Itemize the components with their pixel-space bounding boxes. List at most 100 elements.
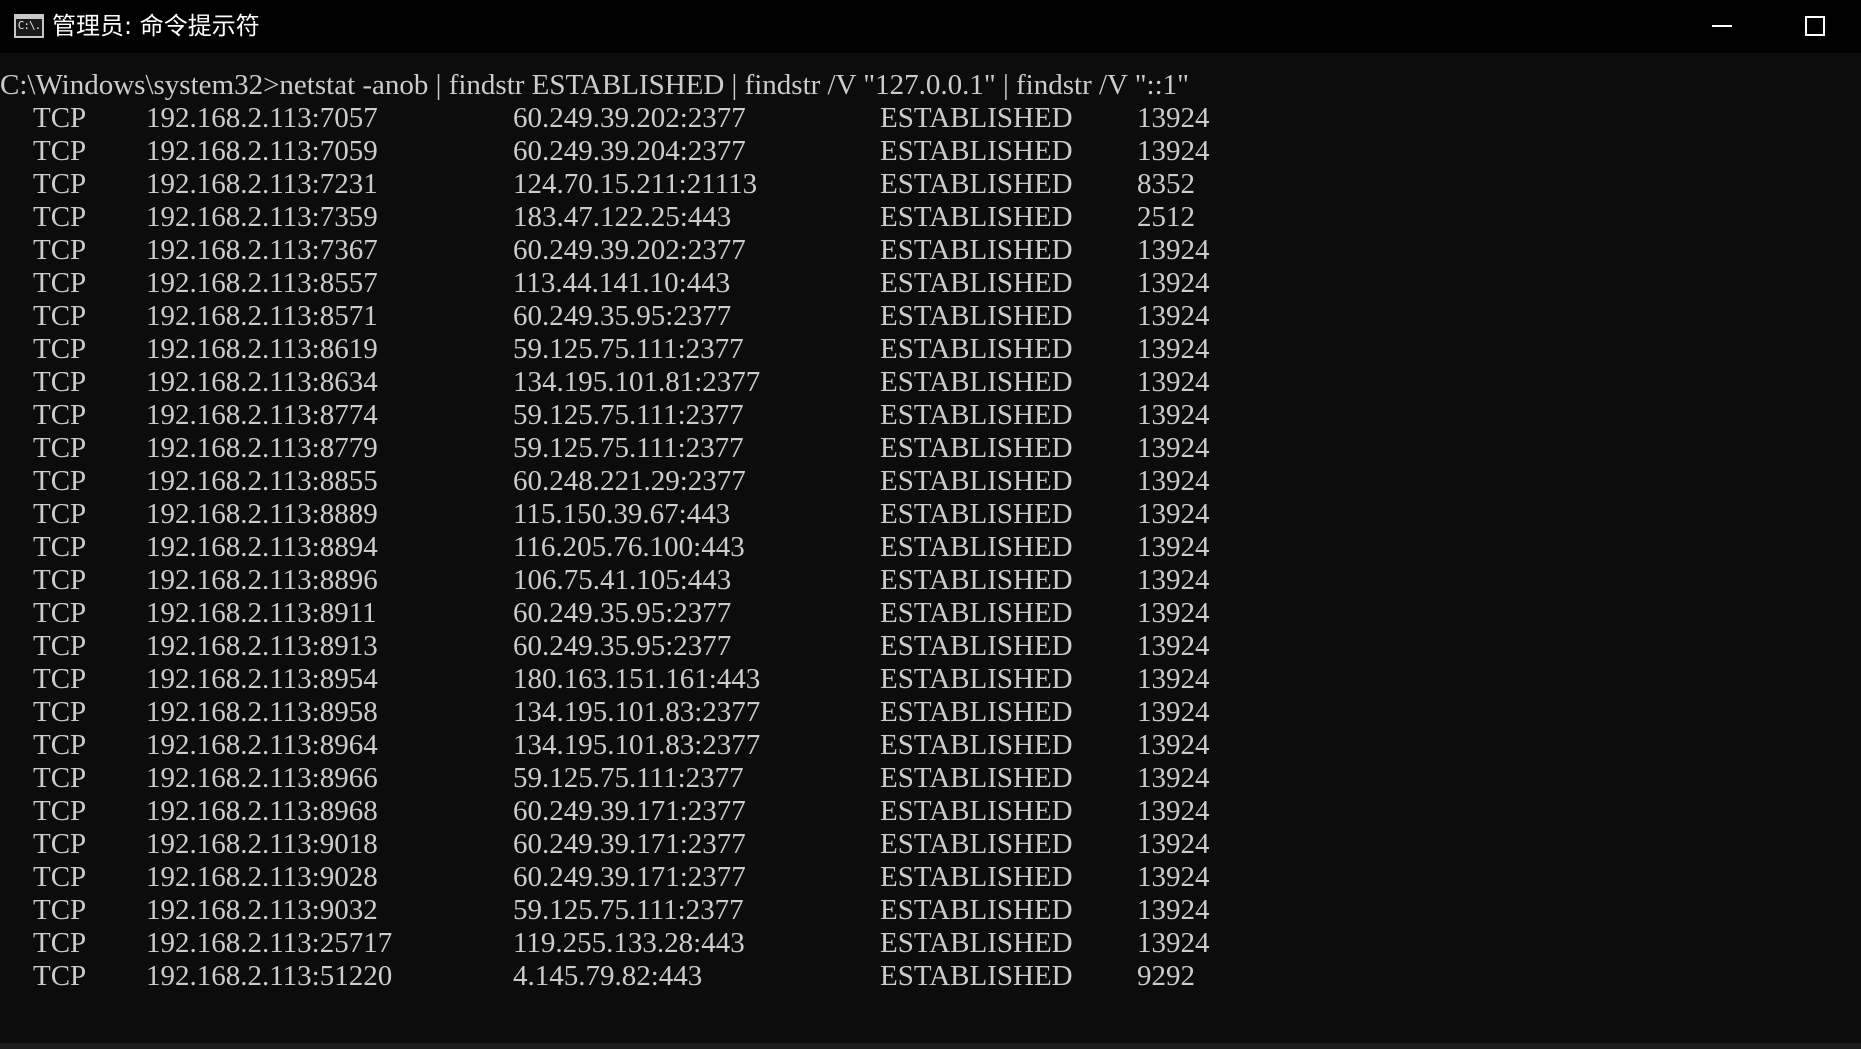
connection-row: TCP 192.168.2.113:8954 180.163.151.161:443… xyxy=(0,663,1861,696)
connection-proto: TCP xyxy=(33,135,87,167)
connection-proto: TCP xyxy=(33,960,87,992)
connection-state: ESTABLISHED xyxy=(880,234,1073,266)
connection-remote: 183.47.122.25:443 xyxy=(513,201,732,233)
connection-local: 192.168.2.113:8774 xyxy=(146,399,378,431)
connection-state: ESTABLISHED xyxy=(880,927,1073,959)
connection-row: TCP 192.168.2.113:8913 60.249.35.95:2377 ES… xyxy=(0,630,1861,663)
connection-pid: 13924 xyxy=(1137,927,1210,959)
connection-proto: TCP xyxy=(33,168,87,200)
connection-proto: TCP xyxy=(33,696,87,728)
connection-local: 192.168.2.113:8913 xyxy=(146,630,378,662)
title-bar[interactable]: C:\. 管理员: 命令提示符 xyxy=(0,0,1861,53)
connection-pid: 13924 xyxy=(1137,102,1210,134)
connection-pid: 13924 xyxy=(1137,696,1210,728)
connection-remote: 60.249.39.202:2377 xyxy=(513,102,746,134)
connection-state: ESTABLISHED xyxy=(880,531,1073,563)
connection-row: TCP 192.168.2.113:25717 119.255.133.28:443… xyxy=(0,927,1861,960)
connection-local: 192.168.2.113:7231 xyxy=(146,168,378,200)
connection-remote: 116.205.76.100:443 xyxy=(513,531,745,563)
connection-remote: 60.248.221.29:2377 xyxy=(513,465,746,497)
connection-proto: TCP xyxy=(33,861,87,893)
connection-local: 192.168.2.113:9028 xyxy=(146,861,378,893)
connection-row: TCP 192.168.2.113:8889 115.150.39.67:443 ES… xyxy=(0,498,1861,531)
connection-local: 192.168.2.113:8966 xyxy=(146,762,378,794)
connection-row: TCP 192.168.2.113:7057 60.249.39.202:2377 E… xyxy=(0,102,1861,135)
cmd-console-icon[interactable]: C:\. xyxy=(14,14,44,38)
minimize-button[interactable] xyxy=(1695,0,1755,53)
connection-pid: 13924 xyxy=(1137,597,1210,629)
connection-pid: 13924 xyxy=(1137,861,1210,893)
connection-pid: 13924 xyxy=(1137,564,1210,596)
connection-pid: 13924 xyxy=(1137,531,1210,563)
connection-pid: 13924 xyxy=(1137,498,1210,530)
connection-state: ESTABLISHED xyxy=(880,102,1073,134)
connection-proto: TCP xyxy=(33,333,87,365)
connection-remote: 4.145.79.82:443 xyxy=(513,960,703,992)
connection-local: 192.168.2.113:8896 xyxy=(146,564,378,596)
connection-pid: 13924 xyxy=(1137,432,1210,464)
connection-proto: TCP xyxy=(33,399,87,431)
connection-state: ESTABLISHED xyxy=(880,267,1073,299)
connection-state: ESTABLISHED xyxy=(880,333,1073,365)
connection-proto: TCP xyxy=(33,564,87,596)
connection-state: ESTABLISHED xyxy=(880,300,1073,332)
connection-local: 192.168.2.113:9018 xyxy=(146,828,378,860)
connection-pid: 13924 xyxy=(1137,795,1210,827)
connection-local: 192.168.2.113:8911 xyxy=(146,597,377,629)
connection-row: TCP 192.168.2.113:7059 60.249.39.204:2377 E… xyxy=(0,135,1861,168)
maximize-button[interactable] xyxy=(1785,0,1845,53)
connection-local: 192.168.2.113:8571 xyxy=(146,300,378,332)
minimize-icon xyxy=(1712,25,1732,27)
connection-local: 192.168.2.113:7359 xyxy=(146,201,378,233)
connection-row: TCP 192.168.2.113:8619 59.125.75.111:2377 E… xyxy=(0,333,1861,366)
connection-proto: TCP xyxy=(33,366,87,398)
connection-pid: 13924 xyxy=(1137,762,1210,794)
connection-state: ESTABLISHED xyxy=(880,432,1073,464)
connection-state: ESTABLISHED xyxy=(880,399,1073,431)
connection-proto: TCP xyxy=(33,267,87,299)
connection-pid: 13924 xyxy=(1137,333,1210,365)
connection-proto: TCP xyxy=(33,498,87,530)
connection-remote: 106.75.41.105:443 xyxy=(513,564,732,596)
connection-local: 192.168.2.113:51220 xyxy=(146,960,393,992)
connection-pid: 13924 xyxy=(1137,894,1210,926)
connection-pid: 13924 xyxy=(1137,729,1210,761)
connection-pid: 13924 xyxy=(1137,234,1210,266)
connection-remote: 59.125.75.111:2377 xyxy=(513,894,744,926)
command-line: C:\Windows\system32>netstat -anob | find… xyxy=(0,69,1189,101)
connection-proto: TCP xyxy=(33,894,87,926)
connection-remote: 134.195.101.83:2377 xyxy=(513,729,761,761)
connection-local: 192.168.2.113:8889 xyxy=(146,498,378,530)
connection-state: ESTABLISHED xyxy=(880,597,1073,629)
connection-remote: 115.150.39.67:443 xyxy=(513,498,731,530)
window-title: 管理员: 命令提示符 xyxy=(52,12,260,40)
connection-row: TCP 192.168.2.113:8855 60.248.221.29:2377 E… xyxy=(0,465,1861,498)
connection-pid: 13924 xyxy=(1137,630,1210,662)
connection-state: ESTABLISHED xyxy=(880,828,1073,860)
connection-state: ESTABLISHED xyxy=(880,564,1073,596)
connection-pid: 13924 xyxy=(1137,300,1210,332)
connection-remote: 60.249.39.171:2377 xyxy=(513,861,746,893)
connection-local: 192.168.2.113:8855 xyxy=(146,465,378,497)
connection-row: TCP 192.168.2.113:8896 106.75.41.105:443 ES… xyxy=(0,564,1861,597)
command-prompt-window: C:\. 管理员: 命令提示符 C:\Windows\system32>nets… xyxy=(0,0,1861,1049)
connection-proto: TCP xyxy=(33,597,87,629)
connection-proto: TCP xyxy=(33,531,87,563)
connection-pid: 2512 xyxy=(1137,201,1195,233)
connection-row: TCP 192.168.2.113:7231 124.70.15.211:21113… xyxy=(0,168,1861,201)
connection-row: TCP 192.168.2.113:8911 60.249.35.95:2377 ES… xyxy=(0,597,1861,630)
connection-state: ESTABLISHED xyxy=(880,729,1073,761)
connection-row: TCP 192.168.2.113:8634 134.195.101.81:2377… xyxy=(0,366,1861,399)
connection-remote: 60.249.35.95:2377 xyxy=(513,630,732,662)
connection-remote: 60.249.35.95:2377 xyxy=(513,597,732,629)
connection-proto: TCP xyxy=(33,465,87,497)
connection-row: TCP 192.168.2.113:9028 60.249.39.171:2377 E… xyxy=(0,861,1861,894)
connection-local: 192.168.2.113:7057 xyxy=(146,102,378,134)
connection-remote: 60.249.35.95:2377 xyxy=(513,300,732,332)
connection-remote: 134.195.101.81:2377 xyxy=(513,366,761,398)
connection-pid: 13924 xyxy=(1137,663,1210,695)
connection-remote: 59.125.75.111:2377 xyxy=(513,762,744,794)
connection-proto: TCP xyxy=(33,663,87,695)
connection-local: 192.168.2.113:8894 xyxy=(146,531,378,563)
console-output[interactable]: C:\Windows\system32>netstat -anob | find… xyxy=(0,53,1861,1043)
